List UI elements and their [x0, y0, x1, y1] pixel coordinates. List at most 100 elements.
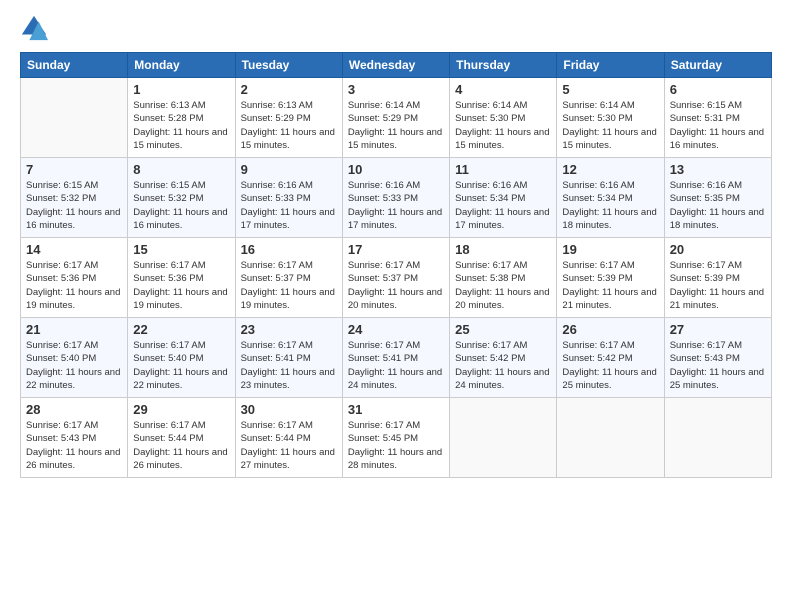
calendar-cell: 19 Sunrise: 6:17 AMSunset: 5:39 PMDayligh… — [557, 238, 664, 318]
day-info: Sunrise: 6:17 AMSunset: 5:42 PMDaylight:… — [455, 339, 551, 392]
calendar-cell: 9 Sunrise: 6:16 AMSunset: 5:33 PMDaylight… — [235, 158, 342, 238]
day-number: 4 — [455, 82, 551, 97]
calendar-cell — [664, 398, 771, 478]
day-info: Sunrise: 6:17 AMSunset: 5:39 PMDaylight:… — [670, 259, 766, 312]
weekday-header-row: SundayMondayTuesdayWednesdayThursdayFrid… — [21, 53, 772, 78]
calendar-cell: 20Sunrise: 6:17 AMSunset: 5:39 PMDayligh… — [664, 238, 771, 318]
calendar-week-row: 28 Sunrise: 6:17 AMSunset: 5:43 PMDayligh… — [21, 398, 772, 478]
calendar-cell: 7 Sunrise: 6:15 AMSunset: 5:32 PMDaylight… — [21, 158, 128, 238]
day-number: 27 — [670, 322, 766, 337]
day-number: 26 — [562, 322, 658, 337]
calendar-cell: 23Sunrise: 6:17 AMSunset: 5:41 PMDayligh… — [235, 318, 342, 398]
calendar-cell — [450, 398, 557, 478]
day-info: Sunrise: 6:17 AMSunset: 5:36 PMDaylight:… — [26, 259, 122, 312]
day-info: Sunrise: 6:16 AMSunset: 5:33 PMDaylight:… — [348, 179, 444, 232]
calendar-cell: 21 Sunrise: 6:17 AMSunset: 5:40 PMDayligh… — [21, 318, 128, 398]
day-number: 3 — [348, 82, 444, 97]
day-number: 13 — [670, 162, 766, 177]
day-info: Sunrise: 6:17 AMSunset: 5:43 PMDaylight:… — [670, 339, 766, 392]
day-number: 2 — [241, 82, 337, 97]
day-info: Sunrise: 6:13 AMSunset: 5:29 PMDaylight:… — [241, 99, 337, 152]
day-number: 22 — [133, 322, 229, 337]
day-info: Sunrise: 6:15 AMSunset: 5:32 PMDaylight:… — [133, 179, 229, 232]
day-info: Sunrise: 6:14 AMSunset: 5:29 PMDaylight:… — [348, 99, 444, 152]
calendar-cell: 30Sunrise: 6:17 AMSunset: 5:44 PMDayligh… — [235, 398, 342, 478]
day-info: Sunrise: 6:17 AMSunset: 5:38 PMDaylight:… — [455, 259, 551, 312]
calendar-cell — [557, 398, 664, 478]
day-info: Sunrise: 6:13 AMSunset: 5:28 PMDaylight:… — [133, 99, 229, 152]
calendar-cell: 25 Sunrise: 6:17 AMSunset: 5:42 PMDayligh… — [450, 318, 557, 398]
day-info: Sunrise: 6:17 AMSunset: 5:36 PMDaylight:… — [133, 259, 229, 312]
day-info: Sunrise: 6:17 AMSunset: 5:41 PMDaylight:… — [348, 339, 444, 392]
day-info: Sunrise: 6:15 AMSunset: 5:32 PMDaylight:… — [26, 179, 122, 232]
calendar-cell: 10 Sunrise: 6:16 AMSunset: 5:33 PMDayligh… — [342, 158, 449, 238]
day-number: 25 — [455, 322, 551, 337]
calendar-cell: 1Sunrise: 6:13 AMSunset: 5:28 PMDaylight… — [128, 78, 235, 158]
day-info: Sunrise: 6:15 AMSunset: 5:31 PMDaylight:… — [670, 99, 766, 152]
calendar-cell: 29 Sunrise: 6:17 AMSunset: 5:44 PMDayligh… — [128, 398, 235, 478]
calendar-cell: 16 Sunrise: 6:17 AMSunset: 5:37 PMDayligh… — [235, 238, 342, 318]
calendar-cell: 22 Sunrise: 6:17 AMSunset: 5:40 PMDayligh… — [128, 318, 235, 398]
weekday-header: Saturday — [664, 53, 771, 78]
day-number: 18 — [455, 242, 551, 257]
day-info: Sunrise: 6:17 AMSunset: 5:42 PMDaylight:… — [562, 339, 658, 392]
day-info: Sunrise: 6:14 AMSunset: 5:30 PMDaylight:… — [455, 99, 551, 152]
calendar-cell: 2 Sunrise: 6:13 AMSunset: 5:29 PMDaylight… — [235, 78, 342, 158]
calendar-cell: 11Sunrise: 6:16 AMSunset: 5:34 PMDayligh… — [450, 158, 557, 238]
day-info: Sunrise: 6:17 AMSunset: 5:41 PMDaylight:… — [241, 339, 337, 392]
calendar-cell — [21, 78, 128, 158]
day-number: 10 — [348, 162, 444, 177]
day-number: 21 — [26, 322, 122, 337]
day-number: 28 — [26, 402, 122, 417]
day-number: 9 — [241, 162, 337, 177]
calendar-cell: 8 Sunrise: 6:15 AMSunset: 5:32 PMDaylight… — [128, 158, 235, 238]
day-number: 11 — [455, 162, 551, 177]
calendar-cell: 6 Sunrise: 6:15 AMSunset: 5:31 PMDaylight… — [664, 78, 771, 158]
logo-icon — [20, 14, 48, 42]
day-info: Sunrise: 6:16 AMSunset: 5:35 PMDaylight:… — [670, 179, 766, 232]
calendar-week-row: 21 Sunrise: 6:17 AMSunset: 5:40 PMDayligh… — [21, 318, 772, 398]
day-info: Sunrise: 6:17 AMSunset: 5:39 PMDaylight:… — [562, 259, 658, 312]
day-number: 19 — [562, 242, 658, 257]
day-number: 30 — [241, 402, 337, 417]
calendar-cell: 18 Sunrise: 6:17 AMSunset: 5:38 PMDayligh… — [450, 238, 557, 318]
calendar-cell: 5Sunrise: 6:14 AMSunset: 5:30 PMDaylight… — [557, 78, 664, 158]
weekday-header: Wednesday — [342, 53, 449, 78]
day-info: Sunrise: 6:17 AMSunset: 5:44 PMDaylight:… — [133, 419, 229, 472]
day-number: 31 — [348, 402, 444, 417]
day-info: Sunrise: 6:17 AMSunset: 5:43 PMDaylight:… — [26, 419, 122, 472]
day-number: 14 — [26, 242, 122, 257]
calendar-week-row: 1Sunrise: 6:13 AMSunset: 5:28 PMDaylight… — [21, 78, 772, 158]
day-number: 24 — [348, 322, 444, 337]
day-number: 15 — [133, 242, 229, 257]
day-info: Sunrise: 6:17 AMSunset: 5:37 PMDaylight:… — [348, 259, 444, 312]
day-number: 16 — [241, 242, 337, 257]
day-number: 6 — [670, 82, 766, 97]
day-info: Sunrise: 6:17 AMSunset: 5:45 PMDaylight:… — [348, 419, 444, 472]
calendar-cell: 12 Sunrise: 6:16 AMSunset: 5:34 PMDayligh… — [557, 158, 664, 238]
calendar-cell: 13 Sunrise: 6:16 AMSunset: 5:35 PMDayligh… — [664, 158, 771, 238]
day-info: Sunrise: 6:16 AMSunset: 5:33 PMDaylight:… — [241, 179, 337, 232]
calendar-cell: 24 Sunrise: 6:17 AMSunset: 5:41 PMDayligh… — [342, 318, 449, 398]
day-info: Sunrise: 6:17 AMSunset: 5:40 PMDaylight:… — [133, 339, 229, 392]
calendar-page: SundayMondayTuesdayWednesdayThursdayFrid… — [0, 0, 792, 612]
weekday-header: Thursday — [450, 53, 557, 78]
day-info: Sunrise: 6:17 AMSunset: 5:37 PMDaylight:… — [241, 259, 337, 312]
calendar-cell: 28 Sunrise: 6:17 AMSunset: 5:43 PMDayligh… — [21, 398, 128, 478]
calendar-cell: 3 Sunrise: 6:14 AMSunset: 5:29 PMDaylight… — [342, 78, 449, 158]
calendar-cell: 31 Sunrise: 6:17 AMSunset: 5:45 PMDayligh… — [342, 398, 449, 478]
day-number: 12 — [562, 162, 658, 177]
day-number: 5 — [562, 82, 658, 97]
day-info: Sunrise: 6:16 AMSunset: 5:34 PMDaylight:… — [562, 179, 658, 232]
day-number: 8 — [133, 162, 229, 177]
day-number: 7 — [26, 162, 122, 177]
day-info: Sunrise: 6:17 AMSunset: 5:40 PMDaylight:… — [26, 339, 122, 392]
day-number: 29 — [133, 402, 229, 417]
calendar-table: SundayMondayTuesdayWednesdayThursdayFrid… — [20, 52, 772, 478]
calendar-week-row: 14 Sunrise: 6:17 AMSunset: 5:36 PMDayligh… — [21, 238, 772, 318]
calendar-cell: 4 Sunrise: 6:14 AMSunset: 5:30 PMDaylight… — [450, 78, 557, 158]
weekday-header: Monday — [128, 53, 235, 78]
calendar-cell: 27 Sunrise: 6:17 AMSunset: 5:43 PMDayligh… — [664, 318, 771, 398]
logo — [20, 18, 50, 42]
weekday-header: Tuesday — [235, 53, 342, 78]
